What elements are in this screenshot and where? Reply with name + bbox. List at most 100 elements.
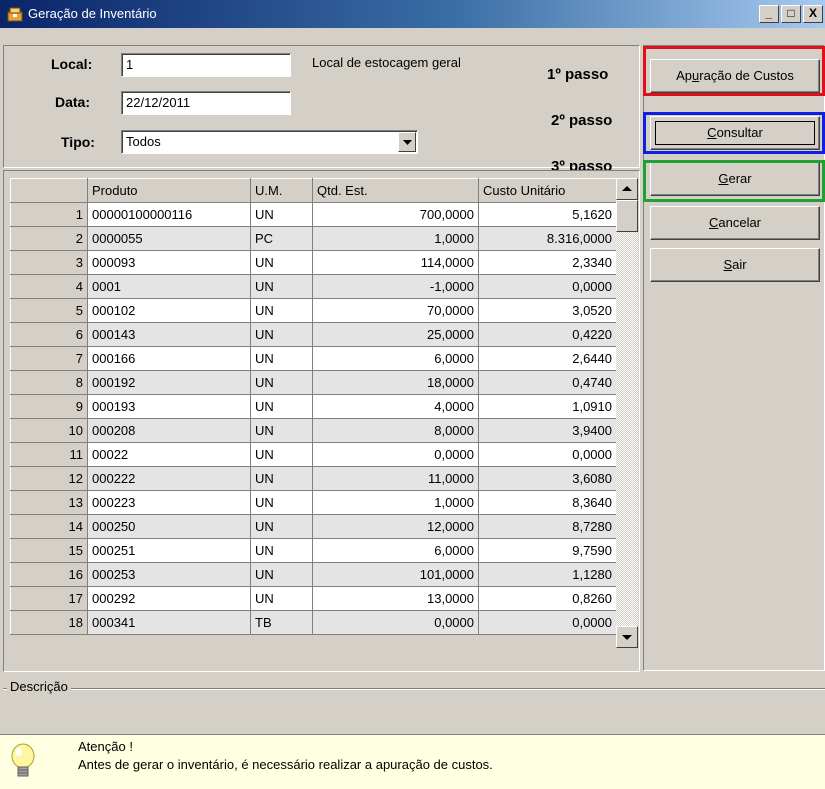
cell-produto[interactable]: 00022 <box>87 442 251 467</box>
cell-produto[interactable]: 000093 <box>87 250 251 275</box>
scroll-down-icon[interactable] <box>616 626 638 648</box>
cell-custo[interactable]: 1,0910 <box>478 394 616 419</box>
cell-custo[interactable]: 0,4740 <box>478 370 616 395</box>
table-row[interactable]: 2 0000055 PC 1,0000 8.316,0000 <box>10 226 616 251</box>
cell-custo[interactable]: 0,4220 <box>478 322 616 347</box>
dropdown-arrow-icon[interactable] <box>398 132 416 152</box>
data-input[interactable]: 22/12/2011 <box>121 91 291 115</box>
cell-custo[interactable]: 0,0000 <box>478 442 616 467</box>
cell-custo[interactable]: 3,6080 <box>478 466 616 491</box>
table-row[interactable]: 6 000143 UN 25,0000 0,4220 <box>10 322 616 347</box>
cell-qtd[interactable]: 0,0000 <box>312 442 479 467</box>
table-row[interactable]: 9 000193 UN 4,0000 1,0910 <box>10 394 616 419</box>
table-row[interactable]: 17 000292 UN 13,0000 0,8260 <box>10 586 616 611</box>
table-row[interactable]: 15 000251 UN 6,0000 9,7590 <box>10 538 616 563</box>
table-row[interactable]: 18 000341 TB 0,0000 0,0000 <box>10 610 616 635</box>
cell-um[interactable]: UN <box>250 514 313 539</box>
table-row[interactable]: 12 000222 UN 11,0000 3,6080 <box>10 466 616 491</box>
cell-qtd[interactable]: 6,0000 <box>312 346 479 371</box>
cell-produto[interactable]: 000102 <box>87 298 251 323</box>
column-header-qtd[interactable]: Qtd. Est. <box>312 178 479 203</box>
cell-produto[interactable]: 000251 <box>87 538 251 563</box>
cell-um[interactable]: UN <box>250 370 313 395</box>
cell-um[interactable]: UN <box>250 538 313 563</box>
cell-produto[interactable]: 000253 <box>87 562 251 587</box>
cell-custo[interactable]: 5,1620 <box>478 202 616 227</box>
cell-um[interactable]: UN <box>250 442 313 467</box>
table-row[interactable]: 10 000208 UN 8,0000 3,9400 <box>10 418 616 443</box>
cell-custo[interactable]: 9,7590 <box>478 538 616 563</box>
cell-qtd[interactable]: 18,0000 <box>312 370 479 395</box>
cell-produto[interactable]: 000208 <box>87 418 251 443</box>
local-input[interactable]: 1 <box>121 53 291 77</box>
cell-custo[interactable]: 8,7280 <box>478 514 616 539</box>
inventory-grid[interactable]: Produto U.M. Qtd. Est. Custo Unitário 10… <box>10 178 616 648</box>
cell-um[interactable]: TB <box>250 610 313 635</box>
scroll-thumb[interactable] <box>616 200 638 232</box>
cell-produto[interactable]: 000166 <box>87 346 251 371</box>
cell-qtd[interactable]: 12,0000 <box>312 514 479 539</box>
cell-um[interactable]: UN <box>250 322 313 347</box>
table-row[interactable]: 11 00022 UN 0,0000 0,0000 <box>10 442 616 467</box>
table-row[interactable]: 1 00000100000116 UN 700,0000 5,1620 <box>10 202 616 227</box>
column-header-custo[interactable]: Custo Unitário <box>478 178 616 203</box>
cell-custo[interactable]: 0,8260 <box>478 586 616 611</box>
table-row[interactable]: 7 000166 UN 6,0000 2,6440 <box>10 346 616 371</box>
close-button[interactable]: X <box>803 5 823 23</box>
column-header-produto[interactable]: Produto <box>87 178 251 203</box>
cell-qtd[interactable]: 114,0000 <box>312 250 479 275</box>
cell-produto[interactable]: 000222 <box>87 466 251 491</box>
cell-qtd[interactable]: 4,0000 <box>312 394 479 419</box>
cell-qtd[interactable]: 0,0000 <box>312 610 479 635</box>
cell-custo[interactable]: 3,9400 <box>478 418 616 443</box>
cell-qtd[interactable]: 8,0000 <box>312 418 479 443</box>
cell-custo[interactable]: 3,0520 <box>478 298 616 323</box>
cell-qtd[interactable]: 13,0000 <box>312 586 479 611</box>
table-row[interactable]: 5 000102 UN 70,0000 3,0520 <box>10 298 616 323</box>
cell-custo[interactable]: 8,3640 <box>478 490 616 515</box>
cell-produto[interactable]: 00000100000116 <box>87 202 251 227</box>
consultar-button[interactable]: Consultar <box>650 116 820 150</box>
table-row[interactable]: 13 000223 UN 1,0000 8,3640 <box>10 490 616 515</box>
grid-vertical-scrollbar[interactable] <box>616 178 638 648</box>
gerar-button[interactable]: Gerar <box>650 162 820 196</box>
cell-custo[interactable]: 2,3340 <box>478 250 616 275</box>
cell-qtd[interactable]: -1,0000 <box>312 274 479 299</box>
cell-qtd[interactable]: 6,0000 <box>312 538 479 563</box>
cell-um[interactable]: UN <box>250 394 313 419</box>
cell-custo[interactable]: 0,0000 <box>478 610 616 635</box>
cell-um[interactable]: UN <box>250 418 313 443</box>
cell-um[interactable]: UN <box>250 466 313 491</box>
cell-um[interactable]: UN <box>250 202 313 227</box>
apuracao-custos-button[interactable]: Apuração de Custos <box>650 59 820 93</box>
cell-qtd[interactable]: 25,0000 <box>312 322 479 347</box>
cell-produto[interactable]: 000250 <box>87 514 251 539</box>
cell-produto[interactable]: 000192 <box>87 370 251 395</box>
cell-um[interactable]: UN <box>250 562 313 587</box>
cell-custo[interactable]: 0,0000 <box>478 274 616 299</box>
table-row[interactable]: 4 0001 UN -1,0000 0,0000 <box>10 274 616 299</box>
cell-um[interactable]: UN <box>250 298 313 323</box>
cell-produto[interactable]: 000193 <box>87 394 251 419</box>
cell-um[interactable]: UN <box>250 490 313 515</box>
cell-custo[interactable]: 2,6440 <box>478 346 616 371</box>
table-row[interactable]: 8 000192 UN 18,0000 0,4740 <box>10 370 616 395</box>
cell-produto[interactable]: 000223 <box>87 490 251 515</box>
minimize-button[interactable]: _ <box>759 5 779 23</box>
cell-qtd[interactable]: 101,0000 <box>312 562 479 587</box>
cell-qtd[interactable]: 11,0000 <box>312 466 479 491</box>
cell-qtd[interactable]: 1,0000 <box>312 490 479 515</box>
cell-um[interactable]: UN <box>250 250 313 275</box>
column-header-um[interactable]: U.M. <box>250 178 313 203</box>
cell-produto[interactable]: 0001 <box>87 274 251 299</box>
cell-qtd[interactable]: 70,0000 <box>312 298 479 323</box>
cell-produto[interactable]: 000341 <box>87 610 251 635</box>
cell-qtd[interactable]: 700,0000 <box>312 202 479 227</box>
table-row[interactable]: 3 000093 UN 114,0000 2,3340 <box>10 250 616 275</box>
tipo-select[interactable]: Todos <box>121 130 418 154</box>
cell-produto[interactable]: 000143 <box>87 322 251 347</box>
cancelar-button[interactable]: Cancelar <box>650 206 820 240</box>
scroll-up-icon[interactable] <box>616 178 638 200</box>
cell-custo[interactable]: 8.316,0000 <box>478 226 616 251</box>
cell-um[interactable]: UN <box>250 346 313 371</box>
